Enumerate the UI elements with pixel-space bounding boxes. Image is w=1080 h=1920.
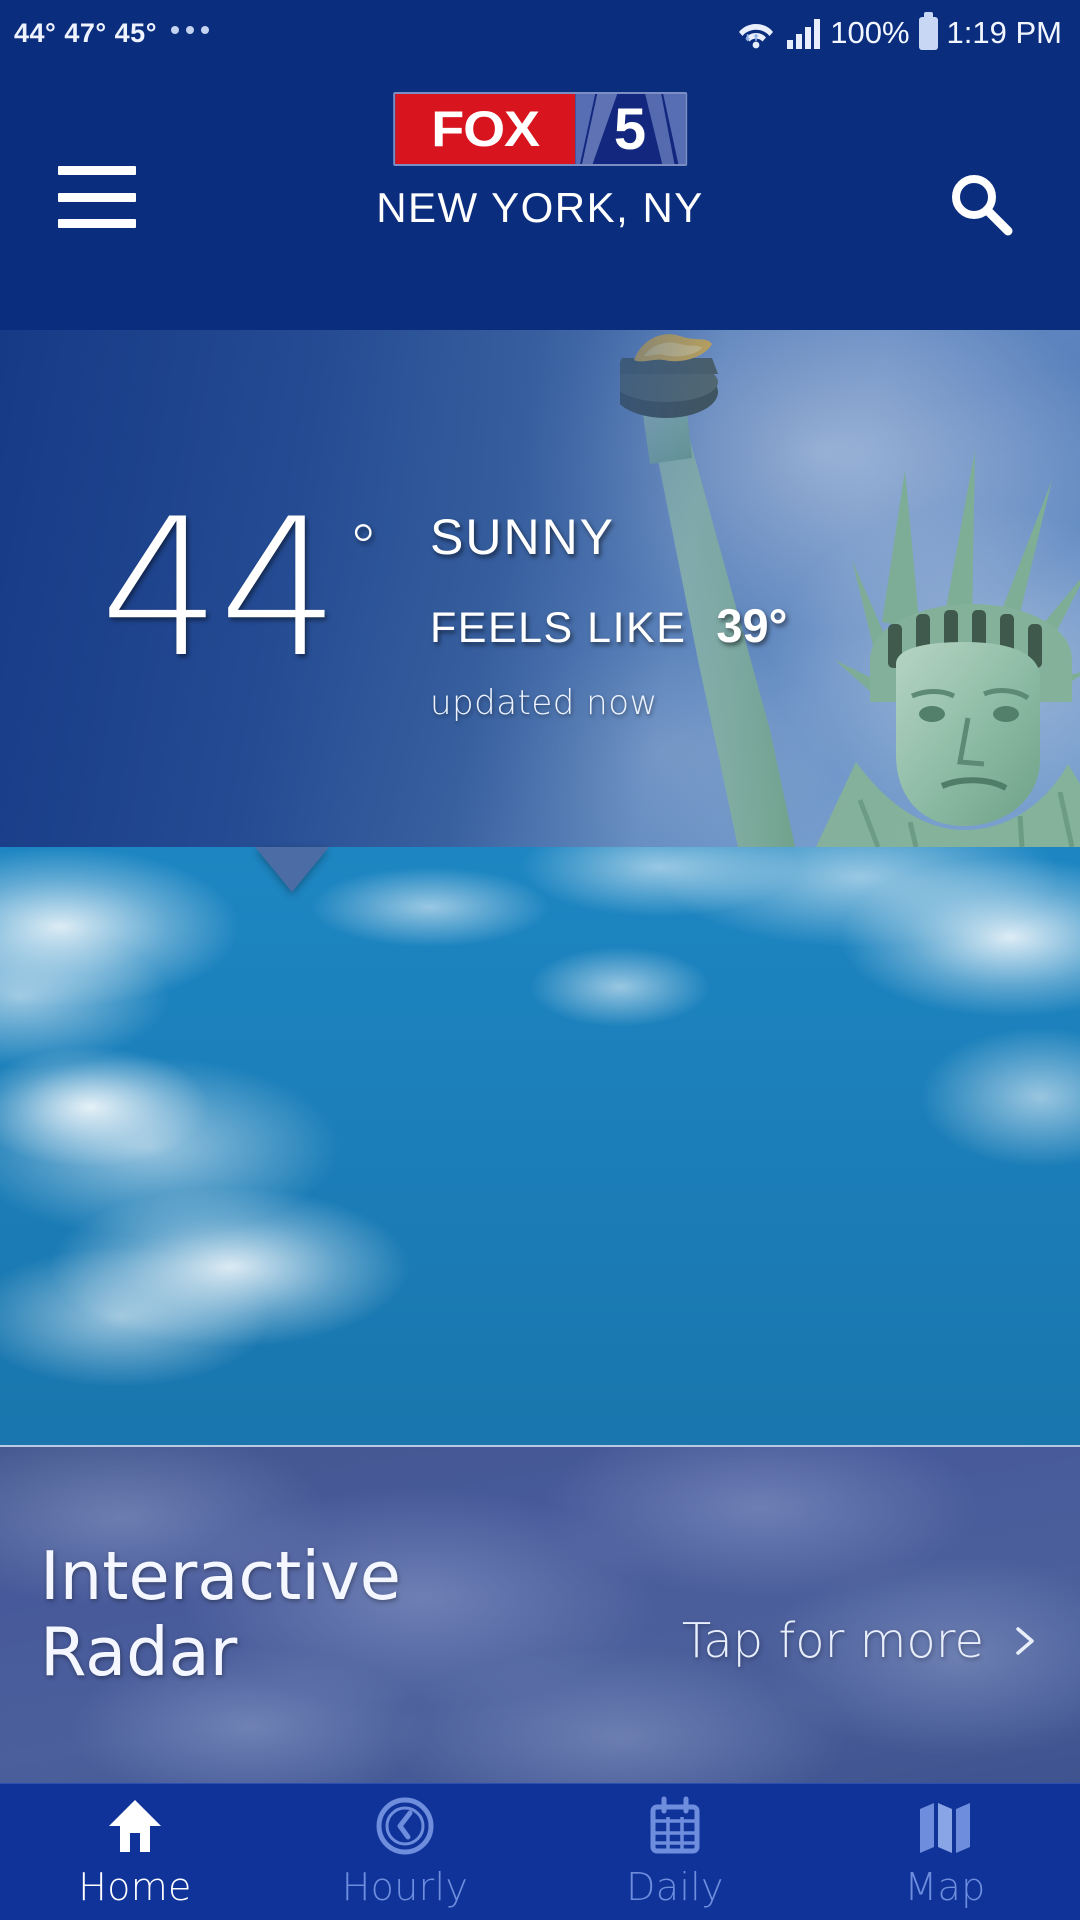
status-bar-temps: 44° 47° 45° — [14, 17, 157, 48]
feels-like-label: FEELS LIKE — [430, 604, 687, 652]
system-status-bar: 44° 47° 45° 100% 1:19 PM — [0, 0, 1080, 66]
condition-block: SUNNY FEELS LIKE 39° updated now — [430, 508, 787, 723]
tab-map-label: Map — [904, 1865, 986, 1909]
cloud-backdrop — [0, 847, 1080, 1387]
battery-full-icon — [918, 11, 938, 50]
updated-label: updated now — [430, 683, 658, 723]
wifi-icon — [739, 24, 774, 49]
fox5-logo: FOX 5 — [392, 92, 687, 166]
tab-daily[interactable]: Daily — [540, 1784, 810, 1920]
radar-tap-for-more-button[interactable]: Tap for more — [682, 1613, 1040, 1669]
tab-home[interactable]: Home — [0, 1784, 270, 1920]
app-header: FOX 5 NEW YORK, NY — [0, 66, 1080, 330]
logo-five-text: 5 — [613, 96, 647, 162]
hero-content: 44 ° SUNNY FEELS LIKE 39° updated now — [0, 330, 1080, 847]
tab-daily-label: Daily — [626, 1865, 724, 1909]
panel-pointer-notch — [255, 847, 329, 892]
chevron-right-icon — [1016, 1627, 1034, 1655]
current-temp-degree: ° — [347, 511, 379, 584]
radar-title-line1: Interactive — [40, 1537, 401, 1615]
search-icon[interactable] — [944, 168, 1018, 242]
feels-like-row: FEELS LIKE 39° — [430, 598, 787, 653]
cell-signal-icon — [787, 19, 821, 49]
logo-fox-box: FOX — [394, 94, 575, 164]
weather-app-screen: 44° 47° 45° 100% 1:19 PM FOX 5 NEW YORK,… — [0, 0, 1080, 1920]
radar-cta-label: Tap for more — [681, 1613, 984, 1669]
current-conditions-hero[interactable]: 44 ° SUNNY FEELS LIKE 39° updated now — [0, 330, 1080, 847]
current-details-panel[interactable]: HUMIDITY 33% DEW POINT 17° WIND WNW 7 SU… — [0, 847, 1080, 1445]
battery-percent-label: 100% — [830, 15, 910, 50]
home-icon — [109, 1800, 161, 1852]
radar-title-line2: Radar — [40, 1612, 238, 1691]
more-dots-icon — [171, 26, 209, 40]
map-icon — [920, 1803, 970, 1853]
page-title: NEW YORK, NY — [376, 184, 704, 231]
clock-time-label: 1:19 PM — [946, 15, 1062, 50]
interactive-radar-card[interactable]: Interactive Radar Tap for more — [0, 1445, 1080, 1783]
logo-fox-text: FOX — [431, 101, 540, 157]
brand-block: FOX 5 NEW YORK, NY — [376, 92, 704, 232]
bottom-navigation-bar: Home Hourly Daily Map — [0, 1783, 1080, 1920]
status-bar-left: 44° 47° 45° — [14, 18, 209, 49]
hamburger-menu-icon[interactable] — [58, 166, 136, 228]
status-bar-right: 100% 1:19 PM — [736, 11, 1062, 51]
tab-hourly-label: Hourly — [341, 1865, 469, 1909]
calendar-icon — [650, 1796, 700, 1854]
tab-home-label: Home — [78, 1865, 192, 1909]
tab-hourly[interactable]: Hourly — [270, 1784, 540, 1920]
feels-like-value: 39° — [716, 599, 788, 652]
current-temp-value: 44 — [100, 478, 340, 699]
radar-title: Interactive Radar — [40, 1537, 401, 1691]
condition-label: SUNNY — [430, 509, 616, 565]
clock-icon — [376, 1797, 434, 1855]
tab-map[interactable]: Map — [810, 1784, 1080, 1920]
current-temperature: 44 ° — [100, 478, 379, 699]
logo-five-box: 5 — [574, 94, 685, 164]
